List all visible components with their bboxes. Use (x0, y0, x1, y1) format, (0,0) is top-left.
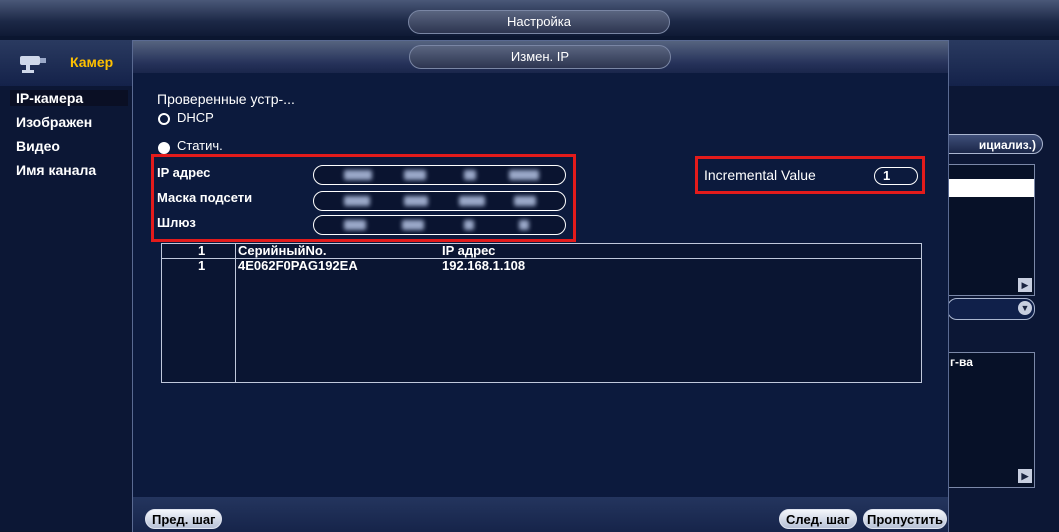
ip-fields-highlight (151, 154, 576, 242)
box-label: г-ва (950, 355, 973, 369)
device-table: 1 СерийныйNo. IP адрес 1 4E062F0PAG192EA… (161, 243, 922, 383)
selected-row[interactable] (948, 179, 1034, 197)
device-list-box: ▶ (947, 164, 1035, 296)
static-radio[interactable] (158, 142, 170, 154)
sidebar-item-ip-camera[interactable]: IP-камера (10, 90, 128, 106)
modify-ip-dialog: Измен. IP Проверенные устр-... DHCP Стат… (132, 40, 949, 532)
column-header-num: 1 (198, 243, 206, 258)
dhcp-label: DHCP (177, 110, 214, 125)
device-label: Проверенные устр-... (157, 91, 295, 107)
next-step-button[interactable]: След. шаг (779, 509, 857, 529)
prev-step-button[interactable]: Пред. шаг (145, 509, 223, 529)
window-title: Настройка (408, 10, 670, 34)
sidebar-item-image[interactable]: Изображен (16, 114, 134, 130)
scroll-right-icon[interactable]: ▶ (1018, 469, 1032, 483)
row-num[interactable]: 1 (198, 259, 205, 273)
static-label: Статич. (177, 138, 223, 153)
skip-button[interactable]: Пропустить (863, 509, 947, 529)
row-serial[interactable]: 4E062F0PAG192EA (238, 259, 358, 273)
chevron-down-icon: ▼ (1018, 301, 1032, 315)
column-header-ip: IP адрес (442, 243, 496, 258)
camera-icon (20, 56, 46, 73)
sidebar-item-video[interactable]: Видео (16, 138, 134, 154)
dropdown-select[interactable]: ▼ (947, 298, 1035, 320)
scroll-right-icon[interactable]: ▶ (1018, 278, 1032, 292)
dhcp-radio[interactable] (158, 113, 170, 125)
initialize-button[interactable]: ициализ.) (937, 134, 1043, 154)
added-device-box: г-ва ▶ (947, 352, 1035, 488)
row-ip[interactable]: 192.168.1.108 (442, 259, 525, 273)
column-header-serial: СерийныйNo. (238, 243, 327, 258)
background-right-panel: ициализ.) ▶ ▼ г-ва ▶ (937, 86, 1059, 531)
sidebar-item-channel-name[interactable]: Имя канала (16, 162, 134, 178)
incremental-highlight (695, 156, 925, 194)
header-title: Камер (70, 54, 114, 70)
dialog-title: Измен. IP (409, 45, 671, 69)
sidebar: IP-камера Изображен Видео Имя канала (0, 86, 135, 531)
